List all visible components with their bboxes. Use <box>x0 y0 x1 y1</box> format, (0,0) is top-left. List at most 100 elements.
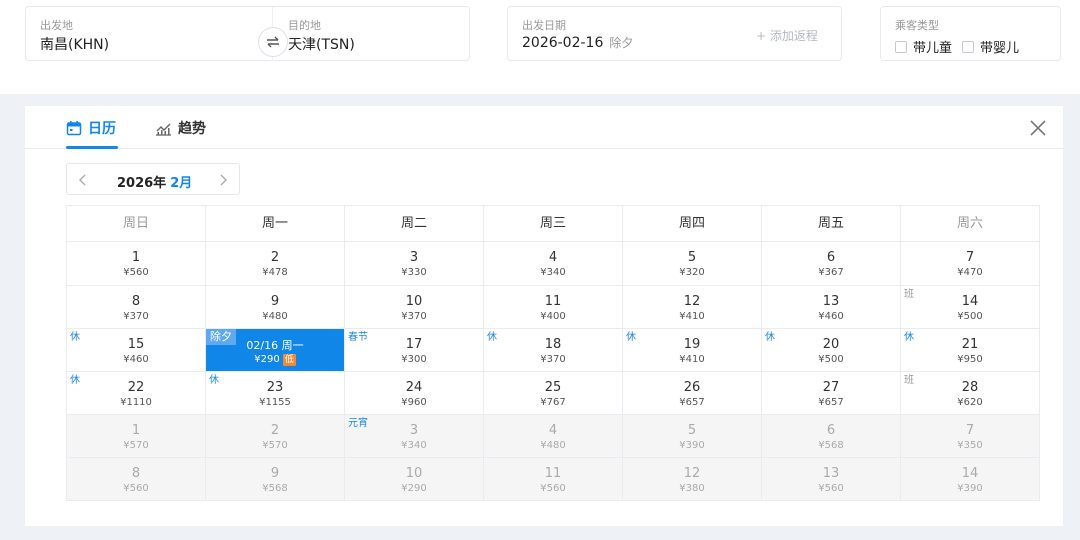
calendar-day[interactable]: 13 ¥560 <box>761 458 900 500</box>
calendar-day[interactable]: 27 ¥657 <box>761 372 900 414</box>
calendar-day[interactable]: 4 ¥480 <box>483 415 622 457</box>
calendar-day[interactable]: 24 ¥960 <box>344 372 483 414</box>
swap-cities-button[interactable] <box>258 27 288 57</box>
next-month-button[interactable] <box>216 172 230 186</box>
calendar-day[interactable]: 13 ¥460 <box>761 286 900 328</box>
day-price: ¥370 <box>401 311 427 322</box>
day-price: ¥500 <box>818 354 844 365</box>
day-number: 10 <box>405 294 423 309</box>
calendar-day[interactable]: 11 ¥560 <box>483 458 622 500</box>
day-number: 3 <box>409 250 419 265</box>
weekday-sat: 周六 <box>900 206 1039 241</box>
calendar-day[interactable]: 班 28 ¥620 <box>900 372 1039 414</box>
day-number: 10 <box>405 466 423 481</box>
month-title: 2026年 2月 <box>117 172 192 191</box>
calendar-day-selected[interactable]: 除夕 02/16 周一 ¥290 低 <box>205 329 344 371</box>
calendar-day[interactable]: 休 23 ¥1155 <box>205 372 344 414</box>
calendar-day[interactable]: 9 ¥480 <box>205 286 344 328</box>
calendar-day[interactable]: 9 ¥568 <box>205 458 344 500</box>
from-field[interactable]: 出发地 南昌(KHN) <box>26 7 256 61</box>
day-price-row: ¥390 <box>623 440 761 451</box>
day-price-row: ¥560 <box>762 483 900 494</box>
calendar-day[interactable]: 班 14 ¥500 <box>900 286 1039 328</box>
passenger-label: 乘客类型 <box>895 19 939 32</box>
day-number: 9 <box>270 294 280 309</box>
calendar-day[interactable]: 6 ¥568 <box>761 415 900 457</box>
calendar-day[interactable]: 休 21 ¥950 <box>900 329 1039 371</box>
calendar-day[interactable]: 休 18 ¥370 <box>483 329 622 371</box>
calendar-day[interactable]: 1 ¥570 <box>67 415 205 457</box>
day-price-row: ¥410 <box>623 354 761 365</box>
with-child-checkbox[interactable]: 带儿童 <box>895 37 952 56</box>
day-number: 4 <box>548 423 558 438</box>
day-price-row: ¥370 <box>345 311 483 322</box>
weekday-sun: 周日 <box>122 216 149 231</box>
calendar-grid: 周日 周一 周二 周三 周四 周五 周六 1 ¥560 2 ¥478 3 ¥330 4 ¥34… <box>66 205 1040 501</box>
day-price: ¥460 <box>818 311 844 322</box>
calendar-day[interactable]: 2 ¥570 <box>205 415 344 457</box>
day-price-row: ¥300 <box>345 354 483 365</box>
calendar-day[interactable]: 12 ¥380 <box>622 458 761 500</box>
day-number: 9 <box>270 466 280 481</box>
calendar-day[interactable]: 10 ¥370 <box>344 286 483 328</box>
calendar-day[interactable]: 25 ¥767 <box>483 372 622 414</box>
weekday-tue: 周二 <box>344 206 483 241</box>
checkbox-box[interactable] <box>962 40 974 53</box>
calendar-day[interactable]: 7 ¥350 <box>900 415 1039 457</box>
calendar-day[interactable]: 5 ¥320 <box>622 242 761 285</box>
calendar-day[interactable]: 10 ¥290 <box>344 458 483 500</box>
day-price: ¥478 <box>262 267 288 278</box>
day-price: ¥657 <box>679 397 705 408</box>
calendar-day[interactable]: 26 ¥657 <box>622 372 761 414</box>
day-price-row: ¥290 低 <box>206 354 344 366</box>
day-price-row: ¥568 <box>206 483 344 494</box>
day-price: ¥560 <box>540 483 566 494</box>
day-number: 20 <box>822 337 840 352</box>
prev-month-button[interactable] <box>76 172 90 186</box>
calendar-day[interactable]: 14 ¥390 <box>900 458 1039 500</box>
calendar-day[interactable]: 2 ¥478 <box>205 242 344 285</box>
day-number: 18 <box>544 337 562 352</box>
close-button[interactable] <box>1028 118 1048 138</box>
to-field[interactable]: 目的地 天津(TSN) <box>288 7 468 61</box>
calendar-day[interactable]: 1 ¥560 <box>67 242 205 285</box>
calendar-day[interactable]: 11 ¥400 <box>483 286 622 328</box>
month-month: 2月 <box>170 176 193 191</box>
calendar-day[interactable]: 休 19 ¥410 <box>622 329 761 371</box>
tab-trend[interactable]: 趋势 <box>155 118 206 138</box>
day-price: ¥290 <box>254 354 280 365</box>
add-return-button[interactable]: + 添加返程 <box>756 27 818 44</box>
calendar-day[interactable]: 6 ¥367 <box>761 242 900 285</box>
calendar-day[interactable]: 休 22 ¥1110 <box>67 372 205 414</box>
calendar-days: 1 ¥560 2 ¥478 3 ¥330 4 ¥340 5 ¥320 6 ¥367 7 ¥470 8 ¥370… <box>66 241 1040 501</box>
to-value: 天津(TSN) <box>288 37 355 53</box>
day-price: ¥480 <box>540 440 566 451</box>
calendar-day[interactable]: 休 15 ¥460 <box>67 329 205 371</box>
day-price-row: ¥400 <box>484 311 622 322</box>
day-price-row: ¥560 <box>67 267 205 278</box>
date-value: 2026-02-16 <box>522 35 604 51</box>
departure-date-field[interactable]: 出发日期 2026-02-16 除夕 <box>508 7 738 61</box>
tab-calendar[interactable]: 日历 <box>66 118 116 138</box>
calendar-day[interactable]: 8 ¥370 <box>67 286 205 328</box>
passenger-card: 乘客类型 带儿童 带婴儿 <box>880 6 1061 61</box>
day-number: 23 <box>266 380 284 395</box>
day-price-row: ¥330 <box>345 267 483 278</box>
with-infant-checkbox[interactable]: 带婴儿 <box>962 37 1019 56</box>
calendar-day[interactable]: 7 ¥470 <box>900 242 1039 285</box>
calendar-day[interactable]: 5 ¥390 <box>622 415 761 457</box>
day-price: ¥400 <box>540 311 566 322</box>
calendar-day[interactable]: 春节 17 ¥300 <box>344 329 483 371</box>
day-price: ¥960 <box>401 397 427 408</box>
day-price-row: ¥367 <box>762 267 900 278</box>
calendar-day[interactable]: 休 20 ¥500 <box>761 329 900 371</box>
calendar-day[interactable]: 12 ¥410 <box>622 286 761 328</box>
day-number: 6 <box>826 423 836 438</box>
day-price: ¥290 <box>401 483 427 494</box>
day-price: ¥570 <box>262 440 288 451</box>
calendar-day[interactable]: 3 ¥330 <box>344 242 483 285</box>
checkbox-box[interactable] <box>895 40 907 53</box>
calendar-day[interactable]: 4 ¥340 <box>483 242 622 285</box>
calendar-day[interactable]: 元宵 3 ¥340 <box>344 415 483 457</box>
calendar-day[interactable]: 8 ¥560 <box>67 458 205 500</box>
